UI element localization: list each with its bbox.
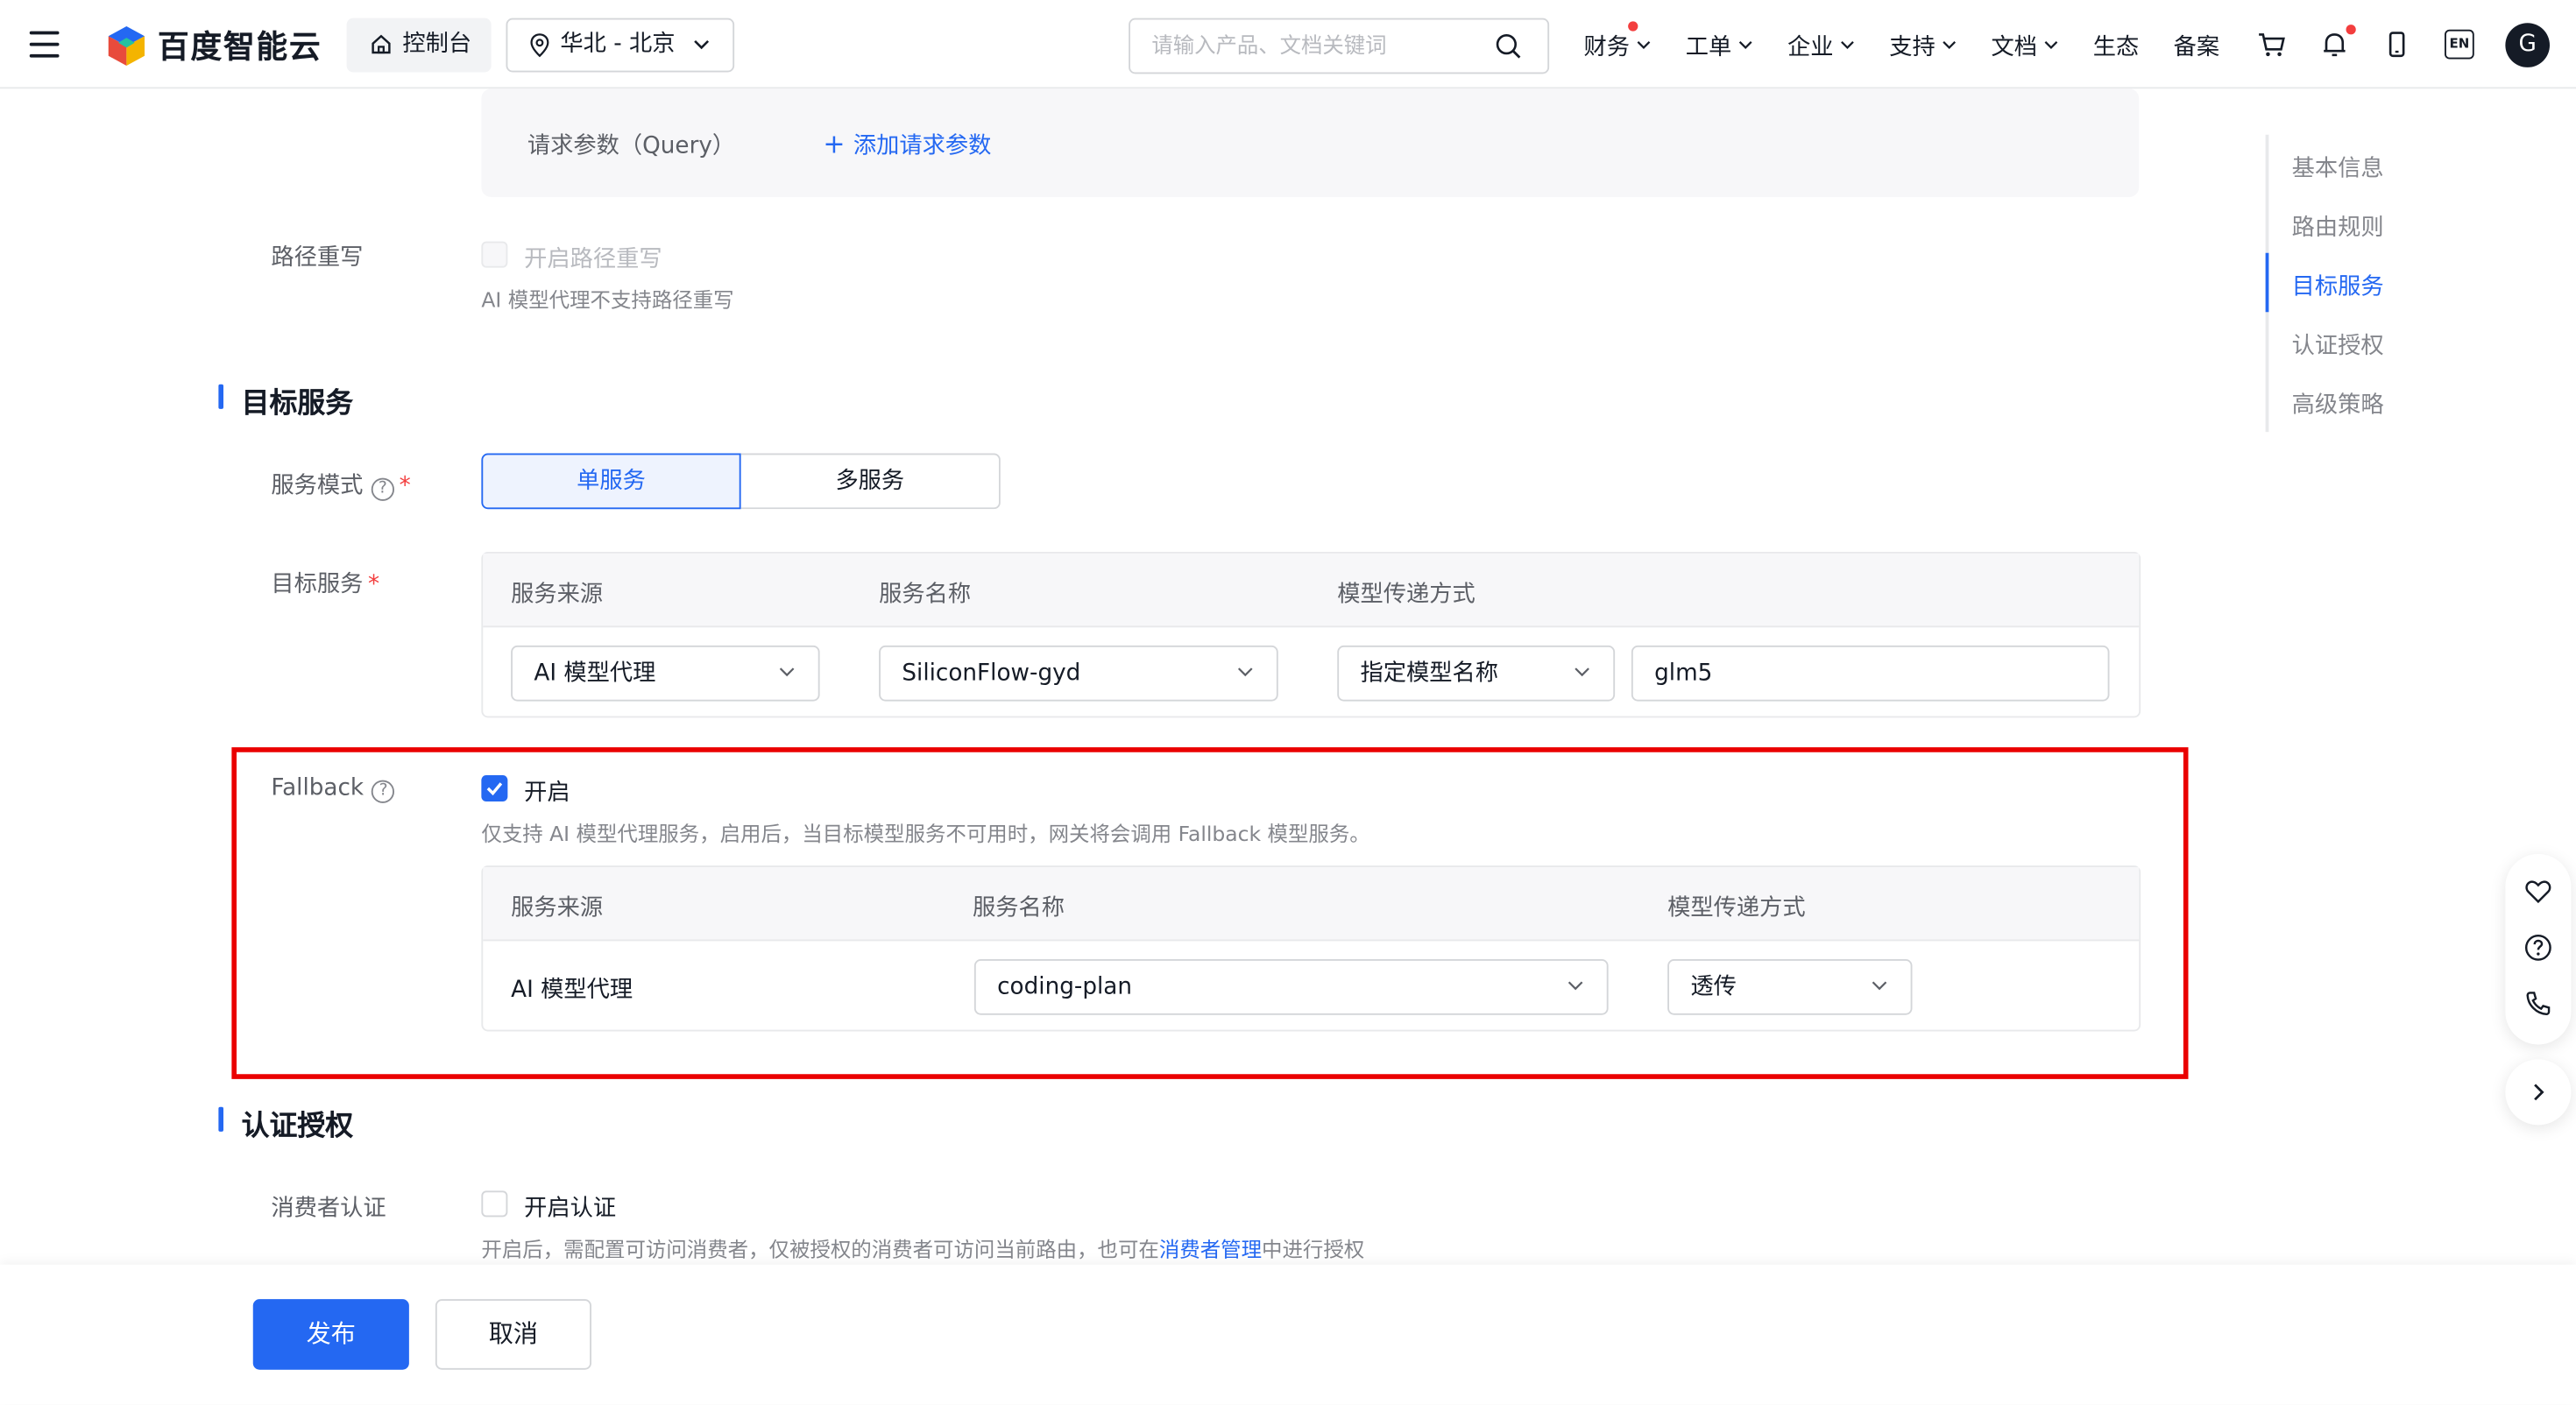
phone-icon[interactable]	[2523, 989, 2553, 1019]
nav-ecosystem[interactable]: 生态	[2093, 30, 2140, 63]
region-label: 华北 - 北京	[560, 31, 676, 58]
consumer-auth-hint: 开启后，需配置可访问消费者，仅被授权的消费者可访问当前路由，也可在消费者管理中进…	[481, 1232, 1364, 1263]
notification-dot	[1628, 21, 1638, 32]
console-label: 控制台	[402, 31, 472, 58]
anchor-basic-info[interactable]: 基本信息	[2292, 152, 2384, 185]
target-source-value: AI 模型代理	[534, 660, 656, 687]
nav-finance-label: 财务	[1583, 34, 1631, 61]
nav-ticket[interactable]: 工单	[1686, 30, 1753, 63]
target-service-name-value: SiliconFlow-gyd	[902, 660, 1081, 687]
consumer-auth-checkbox-label: 开启认证	[524, 1196, 617, 1222]
chevron-down-icon	[1841, 41, 1854, 49]
chevron-right-icon	[2534, 1084, 2544, 1101]
multi-service-option[interactable]: 多服务	[740, 453, 1001, 510]
chevron-down-icon	[1237, 667, 1253, 677]
consumer-auth-hint-before: 开启后，需配置可访问消费者，仅被授权的消费者可访问当前路由，也可在	[481, 1236, 1159, 1261]
model-name-input[interactable]: glm5	[1631, 645, 2110, 702]
chevron-down-icon	[1738, 41, 1752, 49]
location-icon	[530, 33, 549, 58]
nav-filing[interactable]: 备案	[2174, 30, 2220, 63]
search-icon[interactable]	[1495, 33, 1521, 60]
top-navigation-bar: 百度智能云 控制台 华北 - 北京 财务 工单 企业 支持 文档	[0, 0, 2576, 89]
chevron-down-icon	[1575, 667, 1589, 677]
anchor-nav-active-indicator	[2265, 252, 2269, 313]
mobile-icon[interactable]	[2381, 28, 2414, 61]
single-service-option[interactable]: 单服务	[481, 453, 741, 510]
target-service-label-text: 目标服务	[271, 571, 364, 598]
service-mode-label-text: 服务模式	[271, 473, 364, 499]
nav-finance[interactable]: 财务	[1583, 21, 1652, 63]
chevron-down-icon	[1943, 41, 1957, 49]
fallback-highlight-box	[231, 747, 2189, 1079]
region-selector[interactable]: 华北 - 北京	[506, 18, 735, 73]
brand-name[interactable]: 百度智能云	[158, 23, 322, 67]
brand-logo-icon[interactable]	[105, 25, 148, 67]
consumer-auth-label: 消费者认证	[271, 1196, 386, 1222]
target-service-name-select[interactable]: SiliconFlow-gyd	[879, 645, 1278, 702]
nav-enterprise[interactable]: 企业	[1787, 30, 1855, 63]
target-service-table: 服务来源 服务名称 模型传递方式 AI 模型代理 SiliconFlow-gyd…	[481, 552, 2141, 718]
menu-icon[interactable]	[29, 31, 60, 58]
column-header-service-name: 服务名称	[879, 581, 972, 608]
nav-docs[interactable]: 文档	[1992, 30, 2059, 63]
add-query-param-link[interactable]: + 添加请求参数	[823, 128, 991, 161]
consumer-auth-checkbox[interactable]	[481, 1190, 508, 1218]
bell-icon[interactable]	[2318, 28, 2352, 61]
nav-support-label: 支持	[1889, 34, 1936, 61]
target-source-select[interactable]: AI 模型代理	[511, 645, 820, 702]
search-input[interactable]	[1151, 29, 1481, 63]
nav-enterprise-label: 企业	[1787, 34, 1834, 61]
target-service-section-title: 目标服务	[218, 379, 353, 420]
nav-docs-label: 文档	[1991, 34, 2038, 61]
anchor-routing-rules[interactable]: 路由规则	[2292, 210, 2384, 244]
nav-ticket-label: 工单	[1685, 34, 1732, 61]
avatar[interactable]: G	[2505, 23, 2550, 67]
service-mode-label: 服务模式? *	[271, 468, 411, 501]
chevron-down-icon	[1637, 41, 1651, 49]
add-query-param-label: 添加请求参数	[853, 132, 992, 159]
cart-icon[interactable]	[2255, 28, 2289, 61]
column-header-pass-mode: 模型传递方式	[1337, 581, 1476, 608]
column-header-source: 服务来源	[511, 581, 604, 608]
search-box[interactable]	[1129, 18, 1550, 74]
path-rewrite-hint: AI 模型代理不支持路径重写	[481, 287, 734, 313]
plus-icon: +	[823, 128, 846, 159]
required-mark: *	[368, 571, 380, 598]
notification-dot	[2346, 25, 2356, 35]
floating-toolbar	[2505, 854, 2572, 1045]
consumer-auth-hint-after: 中进行授权	[1262, 1236, 1365, 1261]
auth-section-title: 认证授权	[218, 1102, 353, 1143]
anchor-target-service[interactable]: 目标服务	[2292, 270, 2384, 303]
anchor-auth[interactable]: 认证授权	[2292, 328, 2384, 362]
chevron-down-icon	[779, 667, 795, 677]
target-pass-mode-select[interactable]: 指定模型名称	[1337, 645, 1616, 702]
target-service-label: 目标服务 *	[271, 567, 379, 600]
path-rewrite-checkbox[interactable]	[481, 241, 508, 268]
target-pass-mode-value: 指定模型名称	[1360, 660, 1499, 687]
nav-support[interactable]: 支持	[1889, 30, 1957, 63]
favorite-heart-icon[interactable]	[2523, 877, 2553, 907]
chevron-down-icon	[694, 39, 710, 50]
help-icon[interactable]: ?	[371, 477, 394, 501]
home-icon	[372, 34, 391, 54]
query-params-label: 请求参数（Query）	[527, 132, 736, 159]
required-mark: *	[399, 473, 411, 499]
path-rewrite-label: 路径重写	[271, 244, 364, 272]
expand-panel-button[interactable]	[2505, 1059, 2572, 1126]
footer-action-bar: 发布 取消	[0, 1264, 2576, 1405]
language-icon[interactable]: EN	[2445, 29, 2474, 60]
table-header: 服务来源 服务名称 模型传递方式	[483, 553, 2140, 628]
anchor-advanced-policy[interactable]: 高级策略	[2292, 388, 2384, 421]
publish-button[interactable]: 发布	[252, 1299, 409, 1370]
console-button[interactable]: 控制台	[346, 18, 492, 73]
help-icon[interactable]	[2523, 933, 2553, 963]
path-rewrite-checkbox-label: 开启路径重写	[524, 246, 662, 273]
chevron-down-icon	[2044, 41, 2058, 49]
cancel-button[interactable]: 取消	[435, 1299, 591, 1370]
consumer-management-link[interactable]: 消费者管理	[1159, 1237, 1262, 1261]
